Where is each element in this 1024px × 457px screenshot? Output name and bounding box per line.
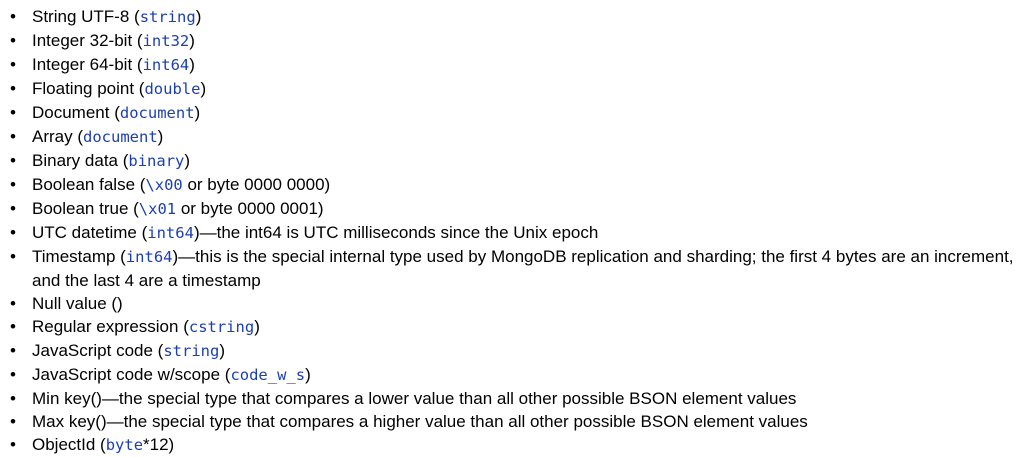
list-item-objectid: • ObjectId (byte*12) bbox=[0, 433, 1024, 457]
item-open-paren: ( bbox=[128, 199, 139, 218]
item-suffix: ) bbox=[189, 31, 195, 50]
bullet: • bbox=[10, 317, 16, 336]
item-label: Binary data bbox=[32, 151, 118, 170]
list-item-double: • Floating point (double) bbox=[0, 77, 1024, 101]
bullet: • bbox=[10, 247, 16, 266]
item-code: binary bbox=[128, 152, 185, 170]
item-code: int64 bbox=[147, 224, 194, 242]
item-label: JavaScript code w/scope bbox=[32, 365, 221, 384]
bullet: • bbox=[10, 7, 16, 26]
item-code: string bbox=[139, 8, 196, 26]
item-label: String UTF-8 bbox=[32, 7, 130, 26]
bullet: • bbox=[10, 151, 16, 170]
item-open-paren: ( bbox=[135, 175, 146, 194]
item-suffix: ) bbox=[157, 127, 164, 146]
bullet: • bbox=[10, 294, 16, 313]
item-suffix: ) bbox=[194, 103, 201, 122]
bullet: • bbox=[10, 31, 16, 50]
item-suffix: ) bbox=[189, 55, 195, 74]
item-suffix: or byte 0000 0001) bbox=[176, 199, 324, 218]
item-code: double bbox=[144, 80, 201, 98]
bullet: • bbox=[10, 223, 16, 242]
bullet: • bbox=[10, 79, 16, 98]
bullet: • bbox=[10, 341, 16, 360]
item-open-paren: ( bbox=[72, 127, 84, 146]
list-item-array: • Array (document) bbox=[0, 125, 1024, 149]
item-open-paren: ( bbox=[152, 341, 164, 360]
item-label: Null value () bbox=[32, 294, 123, 313]
list-item-string: • String UTF-8 (string) bbox=[0, 5, 1024, 29]
item-open-paren: ( bbox=[178, 317, 189, 336]
bullet: • bbox=[10, 412, 16, 431]
list-item-min-key: • Min key()—the special type that compare… bbox=[0, 387, 1024, 410]
item-open-paren: ( bbox=[118, 151, 129, 170]
item-suffix: )—the int64 is UTC milliseconds since th… bbox=[193, 223, 599, 242]
item-code: \x00 bbox=[145, 176, 183, 194]
list-item-timestamp: • Timestamp (int64)—this is the special i… bbox=[0, 245, 1024, 292]
list-item-regex: • Regular expression (cstring) bbox=[0, 315, 1024, 339]
list-item-javascript: • JavaScript code (string) bbox=[0, 339, 1024, 363]
item-label: Timestamp bbox=[32, 247, 116, 266]
item-label: Boolean true bbox=[32, 199, 129, 218]
item-code: int64 bbox=[125, 248, 173, 266]
bullet: • bbox=[10, 127, 16, 146]
item-open-paren: ( bbox=[115, 247, 126, 266]
item-label: UTC datetime bbox=[32, 223, 137, 242]
item-label: Integer 32-bit bbox=[32, 31, 133, 50]
item-suffix: ) bbox=[184, 151, 191, 170]
item-code: document bbox=[83, 128, 158, 146]
bullet: • bbox=[10, 365, 16, 384]
list-item-binary: • Binary data (binary) bbox=[0, 149, 1024, 173]
item-label: Floating point bbox=[32, 79, 135, 98]
item-code: document bbox=[119, 104, 195, 122]
item-code: int32 bbox=[142, 32, 190, 50]
item-suffix: or byte 0000 0000) bbox=[182, 175, 331, 194]
item-code: \x01 bbox=[138, 200, 177, 218]
item-label: Boolean false bbox=[32, 175, 136, 194]
item-open-paren: ( bbox=[132, 55, 143, 74]
item-open-paren: ( bbox=[129, 7, 140, 26]
list-item-null: • Null value () bbox=[0, 292, 1024, 315]
item-code: byte bbox=[105, 436, 144, 454]
item-suffix: ) bbox=[219, 341, 226, 360]
bullet: • bbox=[10, 389, 16, 408]
item-suffix: ) bbox=[305, 365, 311, 384]
list-item-utc-datetime: • UTC datetime (int64)—the int64 is UTC m… bbox=[0, 221, 1024, 245]
item-label: Max key()—the special type that compares… bbox=[32, 412, 808, 431]
item-open-paren: ( bbox=[109, 103, 120, 122]
list-item-int64: • Integer 64-bit (int64) bbox=[0, 53, 1024, 77]
item-label: Min key()—the special type that compares… bbox=[32, 389, 797, 408]
item-label: JavaScript code bbox=[32, 341, 153, 360]
item-label: Integer 64-bit bbox=[32, 55, 133, 74]
list-item-document: • Document (document) bbox=[0, 101, 1024, 125]
item-suffix: )—this is the special internal type used… bbox=[32, 247, 1014, 290]
list-item-javascript-scope: • JavaScript code w/scope (code_w_s) bbox=[0, 363, 1024, 387]
bullet: • bbox=[10, 103, 16, 122]
item-open-paren: ( bbox=[136, 223, 148, 242]
list-item-boolean-false: • Boolean false (\x00 or byte 0000 0000) bbox=[0, 173, 1024, 197]
item-code: int64 bbox=[142, 56, 190, 74]
bullet: • bbox=[10, 175, 16, 194]
item-open-paren: ( bbox=[134, 79, 145, 98]
item-label: Array bbox=[32, 127, 73, 146]
bullet: • bbox=[10, 55, 16, 74]
item-code: cstring bbox=[188, 318, 255, 336]
item-label: Document bbox=[32, 103, 110, 122]
list-item-boolean-true: • Boolean true (\x01 or byte 0000 0001) bbox=[0, 197, 1024, 221]
item-suffix: ) bbox=[254, 317, 260, 336]
item-code: code_w_s bbox=[230, 366, 306, 384]
item-code: string bbox=[163, 342, 220, 360]
list-item-max-key: • Max key()—the special type that compare… bbox=[0, 410, 1024, 433]
bson-type-list: • String UTF-8 (string) • Integer 32-bit (… bbox=[0, 0, 1024, 457]
item-label: Regular expression bbox=[32, 317, 179, 336]
item-suffix: ) bbox=[195, 7, 202, 26]
item-open-paren: ( bbox=[220, 365, 231, 384]
bullet: • bbox=[10, 199, 16, 218]
item-suffix: ) bbox=[200, 79, 207, 98]
item-open-paren: ( bbox=[132, 31, 143, 50]
list-item-int32: • Integer 32-bit (int32) bbox=[0, 29, 1024, 53]
